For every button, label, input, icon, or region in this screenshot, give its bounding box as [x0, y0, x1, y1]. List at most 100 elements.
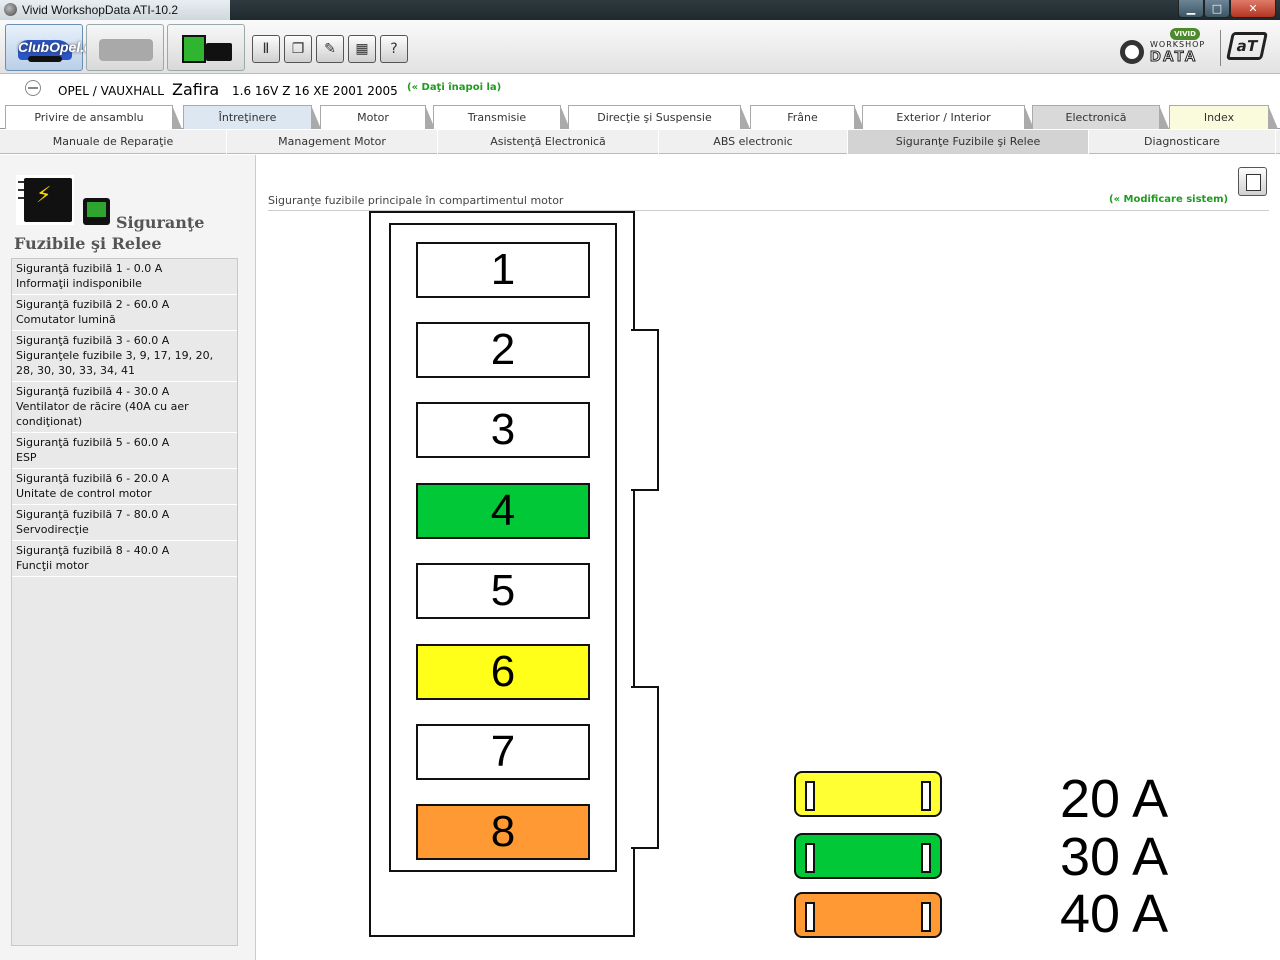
vehicle-model: Zafira: [172, 80, 220, 99]
fuse-item-title: Siguranţă fuzibilă 7 - 80.0 A: [16, 508, 170, 521]
module-icon: [182, 35, 206, 63]
fuse-list: Siguranţă fuzibilă 1 - 0.0 A Informaţii …: [11, 258, 238, 946]
left-panel: ⚡ Siguranţe Fuzibile şi Relee Siguranţă …: [0, 155, 256, 960]
legend-label-40a: 40 A: [1060, 884, 1169, 944]
tab-index[interactable]: Index: [1169, 105, 1278, 129]
module-connector-icon: [206, 43, 232, 61]
category-tabs: Privire de ansamblu Întreţinere Motor Tr…: [0, 105, 1280, 129]
subtab-electronic-assistance[interactable]: Asistenţă Electronică: [438, 130, 659, 154]
commercial-vehicle-button[interactable]: [86, 24, 164, 71]
vehicle-breadcrumb: OPEL / VAUXHALL Zafira 1.6 16V Z 16 XE 2…: [0, 75, 1280, 103]
edit-icon[interactable]: ✎: [316, 35, 344, 63]
maximize-button[interactable]: □: [1204, 0, 1230, 18]
fuse-item-title: Siguranţă fuzibilă 1 - 0.0 A: [16, 262, 163, 275]
subtab-repair-manuals[interactable]: Manuale de Reparaţie: [0, 130, 227, 154]
fuse-slot-8[interactable]: 8: [416, 804, 590, 860]
tab-electronics[interactable]: Electronică: [1032, 105, 1169, 129]
legend-label-20a: 20 A: [1060, 769, 1169, 829]
vehicle-selector-icon[interactable]: [25, 80, 41, 96]
content-area: Siguranţe fuzibile principale în compart…: [257, 155, 1280, 960]
print-icon[interactable]: [1238, 167, 1267, 196]
fuse-panel-icon: ⚡: [16, 175, 74, 225]
subtab-engine-management[interactable]: Management Motor: [227, 130, 438, 154]
fuse-box-diagram: 1 2 3 4 5 6 7 8: [369, 211, 635, 937]
fuse-list-item-8[interactable]: Siguranţă fuzibilă 8 - 40.0 A Funcţii mo…: [12, 541, 237, 577]
info-icon[interactable]: Ⅱ: [252, 35, 280, 63]
sub-tabs: Manuale de Reparaţie Management Motor As…: [0, 130, 1280, 154]
fuse-item-title: Siguranţă fuzibilă 3 - 60.0 A: [16, 334, 170, 347]
tab-engine[interactable]: Motor: [320, 105, 435, 129]
lightning-icon: ⚡: [36, 183, 52, 208]
truck-icon: [99, 39, 153, 61]
title-bar: Vivid WorkshopData ATI-10.2 ▁ □ ✕: [0, 0, 1280, 20]
fuse-slot-7[interactable]: 7: [416, 724, 590, 780]
subtab-fuses-relays[interactable]: Siguranţe Fuzibile şi Relee: [848, 130, 1089, 154]
legend-fuse-30a: [794, 833, 942, 879]
panel-title-line1: Siguranţe: [116, 213, 205, 232]
close-button[interactable]: ✕: [1230, 0, 1276, 18]
calculator-icon[interactable]: ▦: [348, 35, 376, 63]
logo-vivid-text: VIVID: [1170, 28, 1200, 40]
tab-overview[interactable]: Privire de ansamblu: [5, 105, 182, 129]
legend-fuse-20a: [794, 771, 942, 817]
tab-transmission[interactable]: Transmisie: [433, 105, 570, 129]
fuse-item-description: Funcţii motor: [16, 559, 89, 572]
vehicle-make: OPEL / VAUXHALL: [58, 84, 164, 98]
fuse-slot-4[interactable]: 4: [416, 483, 590, 539]
fuse-box-tab-top: [631, 329, 659, 491]
tab-exterior-interior[interactable]: Exterior / Interior: [862, 105, 1034, 129]
fuse-list-item-3[interactable]: Siguranţă fuzibilă 3 - 60.0 A Siguranţel…: [12, 331, 237, 382]
fuse-box-tab-bottom: [631, 686, 659, 849]
help-icon[interactable]: ?: [380, 35, 408, 63]
fuse-slot-1[interactable]: 1: [416, 242, 590, 298]
window-title: Vivid WorkshopData ATI-10.2: [22, 3, 179, 17]
fuse-slot-3[interactable]: 3: [416, 402, 590, 458]
fuse-item-title: Siguranţă fuzibilă 6 - 20.0 A: [16, 472, 170, 485]
panel-title-line2: Fuzibile şi Relee: [14, 234, 162, 253]
gear-icon: [1120, 40, 1144, 64]
fuse-slot-2[interactable]: 2: [416, 322, 590, 378]
minimize-button[interactable]: ▁: [1178, 0, 1204, 18]
fuse-item-title: Siguranţă fuzibilă 5 - 60.0 A: [16, 436, 170, 449]
vehicle-spec: 1.6 16V Z 16 XE 2001 2005: [232, 84, 398, 98]
fuse-item-title: Siguranţă fuzibilă 2 - 60.0 A: [16, 298, 170, 311]
fuse-list-item-7[interactable]: Siguranţă fuzibilă 7 - 80.0 A Servodirec…: [12, 505, 237, 541]
fuse-item-description: Servodirecţie: [16, 523, 89, 536]
ati-logo: aT: [1226, 32, 1268, 60]
workshop-data-logo: VIVID WORKSHOP DATA: [1120, 28, 1212, 68]
fuse-item-title: Siguranţă fuzibilă 8 - 40.0 A: [16, 544, 170, 557]
subtab-electronic-abs[interactable]: ABS electronic: [659, 130, 848, 154]
passenger-car-button[interactable]: ClubOpel.com: [5, 24, 113, 71]
diagram-title: Siguranţe fuzibile principale în compart…: [268, 194, 564, 207]
fuse-slot-6[interactable]: 6: [416, 644, 590, 700]
relay-icon: [83, 198, 110, 225]
fuse-list-item-6[interactable]: Siguranţă fuzibilă 6 - 20.0 A Unitate de…: [12, 469, 237, 505]
fuse-box-inner-frame: 1 2 3 4 5 6 7 8: [389, 223, 617, 872]
legend-fuse-40a: [794, 892, 942, 938]
fuse-item-description: Unitate de control motor: [16, 487, 152, 500]
logo-data-text: DATA: [1149, 48, 1198, 66]
fuse-item-description: Comutator lumină: [16, 313, 116, 326]
fuse-list-item-5[interactable]: Siguranţă fuzibilă 5 - 60.0 A ESP: [12, 433, 237, 469]
fuse-slot-5[interactable]: 5: [416, 563, 590, 619]
fuse-item-description: Siguranţele fuzibile 3, 9, 17, 19, 20, 2…: [16, 349, 214, 377]
app-icon: [4, 3, 17, 16]
fuse-item-description: Ventilator de răcire (40A cu aer condiţi…: [16, 400, 189, 428]
copy-icon[interactable]: ❐: [284, 35, 312, 63]
fuse-list-item-1[interactable]: Siguranţă fuzibilă 1 - 0.0 A Informaţii …: [12, 259, 237, 295]
logo-divider: [1220, 30, 1221, 66]
tab-steering-suspension[interactable]: Direcţie şi Suspensie: [568, 105, 750, 129]
modify-system-link[interactable]: (« Modificare sistem): [1109, 194, 1228, 205]
fuse-list-item-2[interactable]: Siguranţă fuzibilă 2 - 60.0 A Comutator …: [12, 295, 237, 331]
toolbar: ClubOpel.com Ⅱ ❐ ✎ ▦ ? VIVID WORKSHOP DA…: [0, 20, 1280, 74]
fuse-item-title: Siguranţă fuzibilă 4 - 30.0 A: [16, 385, 170, 398]
fuse-list-item-4[interactable]: Siguranţă fuzibilă 4 - 30.0 A Ventilator…: [12, 382, 237, 433]
electronics-module-button[interactable]: [167, 24, 245, 71]
tab-maintenance[interactable]: Întreţinere: [183, 105, 321, 129]
fuse-item-description: Informaţii indisponibile: [16, 277, 142, 290]
subtab-diagnostics[interactable]: Diagnosticare: [1089, 130, 1276, 154]
legend-label-30a: 30 A: [1060, 827, 1169, 887]
fuse-item-description: ESP: [16, 451, 37, 464]
back-link[interactable]: (« Daţi înapoi la): [407, 82, 501, 93]
tab-brakes[interactable]: Frâne: [750, 105, 864, 129]
